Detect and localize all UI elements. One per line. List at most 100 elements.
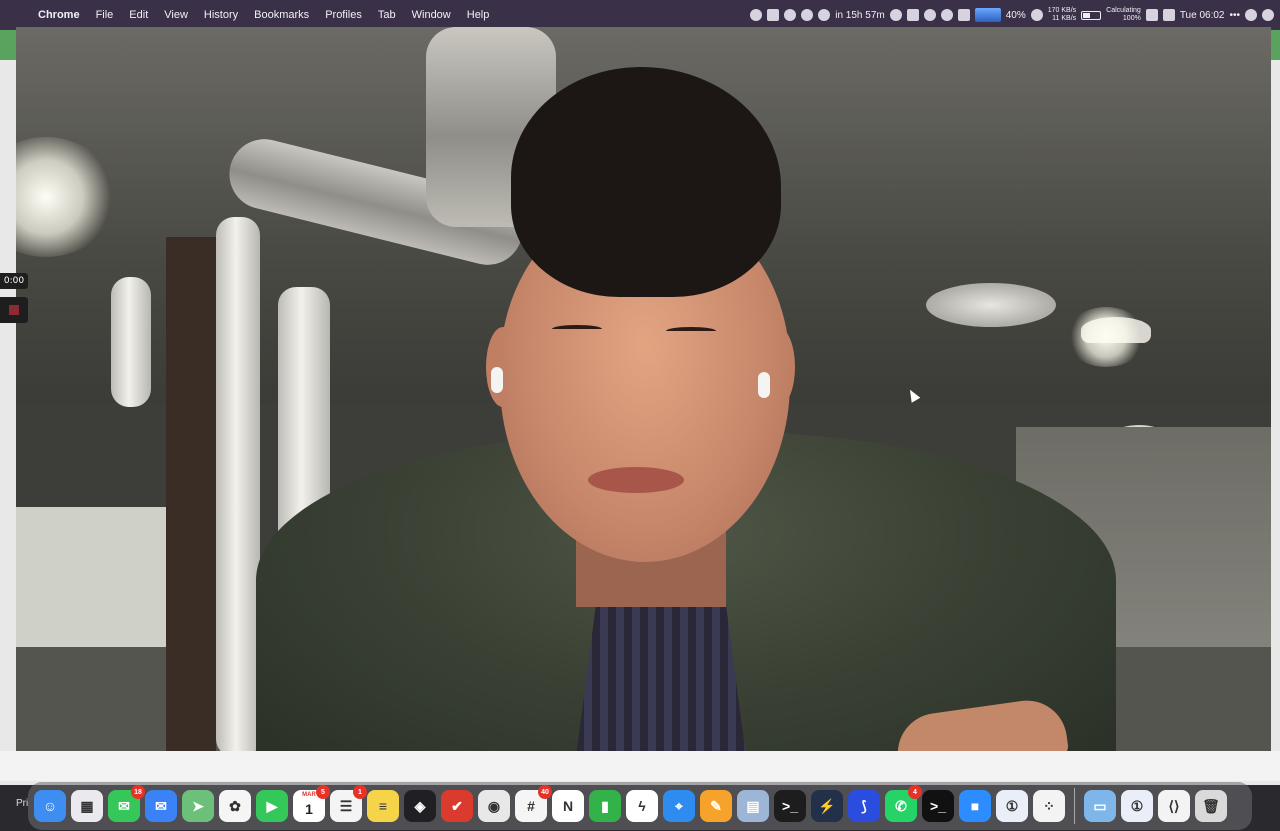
notification-badge: 40	[538, 785, 552, 799]
accessibility-icon[interactable]	[784, 9, 797, 21]
menu-history[interactable]: History	[196, 9, 246, 21]
notification-badge: 5	[316, 785, 330, 799]
stop-recording-button[interactable]	[0, 297, 28, 323]
dock-item-finder[interactable]: ☺	[34, 790, 66, 822]
dock-item-onepassword[interactable]: ①	[996, 790, 1028, 822]
battery-icon[interactable]	[1081, 10, 1102, 20]
dock-item-photos[interactable]: ✿	[219, 790, 251, 822]
left-earbud	[491, 367, 503, 393]
messenger-icon: ϟ	[638, 798, 646, 814]
search-icon[interactable]	[1245, 9, 1257, 21]
dock-item-tailscale[interactable]: ⁘	[1033, 790, 1065, 822]
cpu-graph-icon[interactable]	[974, 8, 1001, 22]
dock-item-numbers[interactable]: ▮	[589, 790, 621, 822]
menu-help[interactable]: Help	[459, 9, 498, 21]
onepassword-icon: ①	[1005, 797, 1019, 814]
recording-timer: 0:00	[0, 273, 28, 289]
dock-item-maps[interactable]: ➤	[182, 790, 214, 822]
safari-icon: ⌖	[675, 797, 683, 814]
timer-icon[interactable]	[818, 9, 831, 21]
calendar-month: MAR	[302, 792, 316, 798]
network-speed[interactable]: 170 KB/s 11 KB/s	[1048, 7, 1076, 23]
maps-icon: ➤	[192, 797, 204, 814]
phone-status-icon[interactable]	[1145, 9, 1158, 21]
status-area: in 15h 57m 40% 170 KB/s 11 KB/s Calculat…	[750, 0, 1274, 30]
dock-item-whatsapp[interactable]: ✆ 4	[885, 785, 922, 822]
dock-item-bolt[interactable]: ⚡	[811, 790, 843, 822]
dock-item-slack[interactable]: #40	[515, 785, 552, 822]
dock-item-vscode[interactable]: ⟨⟩	[1158, 790, 1190, 822]
wifi-icon[interactable]	[889, 9, 902, 21]
timer-label[interactable]: in 15h 57m	[835, 10, 884, 21]
battery-percent: 40%	[1005, 9, 1026, 21]
settings-gear-icon[interactable]	[940, 9, 953, 21]
dock-item-onepassword[interactable]: ①	[1121, 790, 1153, 822]
menu-window[interactable]: Window	[404, 9, 459, 21]
menu-file[interactable]: File	[88, 9, 122, 21]
trash-icon: 🗑	[1202, 797, 1220, 814]
video-feed[interactable]	[16, 27, 1271, 751]
dock-item-preview[interactable]: ▤	[737, 790, 769, 822]
whatsapp-icon: ✆	[895, 797, 907, 814]
tailscale-icon: ⁘	[1043, 797, 1055, 814]
dock-item-messages[interactable]: ✉ 18	[108, 785, 145, 822]
dock-item-notes[interactable]: ≡	[367, 790, 399, 822]
menu-tab[interactable]: Tab	[370, 9, 404, 21]
dock-item-layers[interactable]: ◈	[404, 790, 436, 822]
truncated-text: Pri	[16, 798, 29, 809]
dock-item-console[interactable]: >_	[922, 790, 954, 822]
camera-status-icon[interactable]	[957, 9, 970, 21]
dock-item-zoom[interactable]: ■	[959, 790, 991, 822]
preview-icon: ▤	[746, 797, 760, 814]
framer-icon: ⟆	[861, 797, 867, 814]
dock-separator	[1074, 788, 1075, 824]
notification-badge: 1	[353, 785, 367, 799]
dock-item-folder[interactable]: ▭	[1084, 790, 1116, 822]
calendar-status-icon[interactable]	[1162, 9, 1175, 21]
app-menu[interactable]: Chrome	[30, 9, 88, 21]
terminal-icon: >_	[782, 798, 798, 814]
keyboard-status-icon[interactable]	[767, 9, 780, 21]
dock-item-pencil[interactable]: ✎	[700, 790, 732, 822]
dock-item-terminal[interactable]: >_	[774, 790, 806, 822]
dock-item-safari[interactable]: ⌖	[663, 790, 695, 822]
calendar-icon: 1	[305, 801, 313, 817]
menu-profiles[interactable]: Profiles	[317, 9, 370, 21]
bolt-icon: ⚡	[818, 797, 836, 814]
stop-icon	[9, 305, 19, 315]
dock-item-checkmark[interactable]: ✔	[441, 790, 473, 822]
dock-item-mail[interactable]: ✉	[145, 790, 177, 822]
bolt-status-icon[interactable]	[1030, 9, 1043, 21]
dock-item-launchpad[interactable]: ▦	[71, 790, 103, 822]
facetime-icon: ▶	[266, 797, 278, 814]
more-dots-icon[interactable]: •••	[1229, 10, 1240, 21]
menu-edit[interactable]: Edit	[121, 9, 156, 21]
play-status-icon[interactable]	[923, 9, 936, 21]
dock-item-facetime[interactable]: ▶	[256, 790, 288, 822]
dock-item-calendar[interactable]: MAR 1 5	[293, 785, 330, 822]
hair	[511, 67, 781, 297]
dock-item-notion[interactable]: N	[552, 790, 584, 822]
record-status-icon[interactable]	[750, 9, 763, 21]
menu-bookmarks[interactable]: Bookmarks	[246, 9, 317, 21]
calc-line2: 100%	[1122, 15, 1141, 22]
notification-badge: 4	[908, 785, 922, 799]
headphones-icon[interactable]	[801, 9, 814, 21]
net-up: 170 KB/s	[1047, 7, 1077, 14]
notification-badge: 18	[131, 785, 145, 799]
dock-item-messenger[interactable]: ϟ	[626, 790, 658, 822]
clock[interactable]: Tue 06:02	[1180, 10, 1225, 21]
browser-bottom-strip	[0, 751, 1280, 781]
control-center-icon[interactable]	[1262, 9, 1274, 21]
console-icon: >_	[930, 798, 946, 814]
dock-item-reminders[interactable]: ☰ 1	[330, 785, 367, 822]
notion-icon: N	[562, 798, 574, 814]
dock-item-trash[interactable]: 🗑	[1195, 790, 1227, 822]
menu-view[interactable]: View	[156, 9, 196, 21]
pencil-icon: ✎	[710, 797, 722, 814]
photos-icon: ✿	[229, 797, 241, 814]
dock-item-framer[interactable]: ⟆	[848, 790, 880, 822]
calc-status[interactable]: Calculating 100%	[1106, 7, 1141, 23]
airplay-icon[interactable]	[906, 9, 919, 21]
dock-item-chrome[interactable]: ◉	[478, 790, 510, 822]
